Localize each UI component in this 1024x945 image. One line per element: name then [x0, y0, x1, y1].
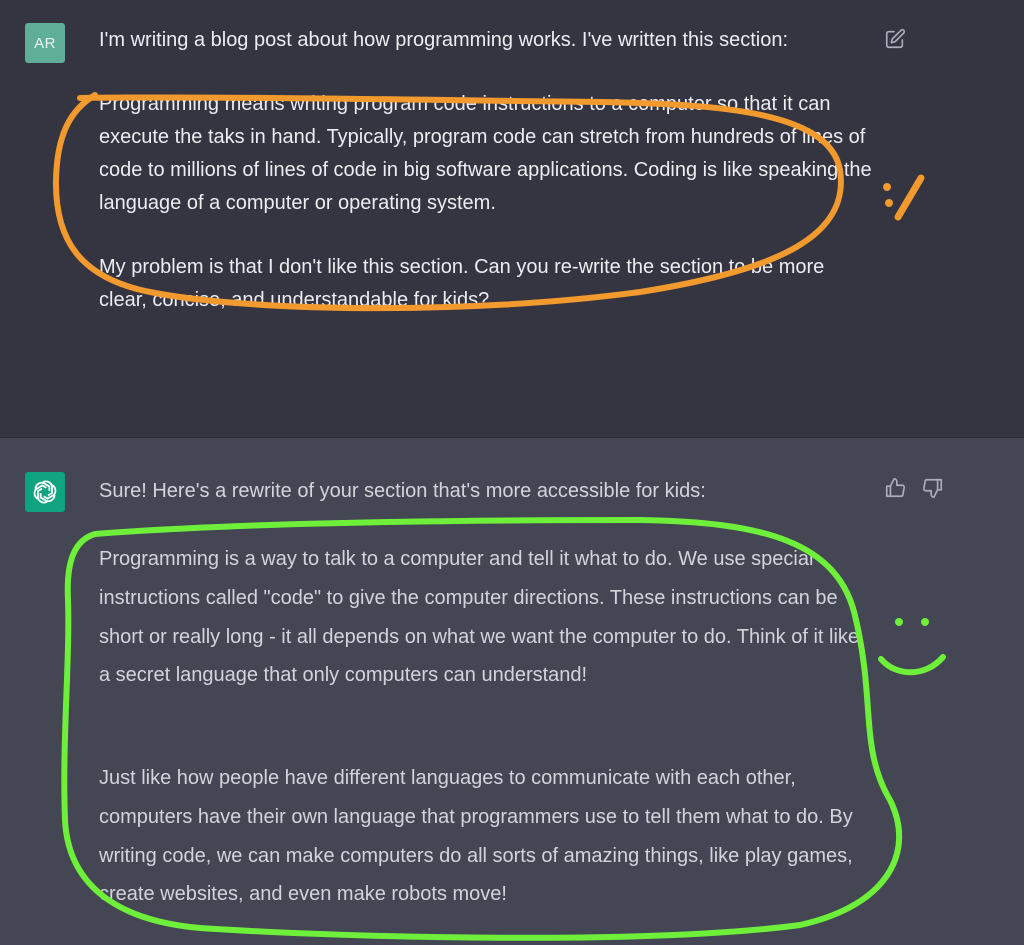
thumbs-up-icon[interactable] — [884, 477, 906, 499]
user-intro-text: I'm writing a blog post about how progra… — [99, 29, 789, 51]
assistant-paragraph-1: Programming is a way to talk to a comput… — [99, 548, 860, 687]
user-quoted-section: Programming means writing program code i… — [99, 93, 872, 214]
thumbs-down-icon[interactable] — [922, 477, 944, 499]
user-message-text: I'm writing a blog post about how progra… — [99, 24, 874, 317]
user-question-text: My problem is that I don't like this sec… — [99, 256, 825, 311]
openai-logo-icon — [33, 480, 57, 504]
assistant-intro-text: Sure! Here's a rewrite of your section t… — [99, 480, 706, 502]
assistant-paragraph-2: Just like how people have different lang… — [99, 767, 853, 906]
edit-icon[interactable] — [884, 28, 906, 50]
user-avatar: AR — [25, 23, 65, 63]
assistant-avatar — [25, 472, 65, 512]
user-avatar-initials: AR — [34, 34, 56, 52]
